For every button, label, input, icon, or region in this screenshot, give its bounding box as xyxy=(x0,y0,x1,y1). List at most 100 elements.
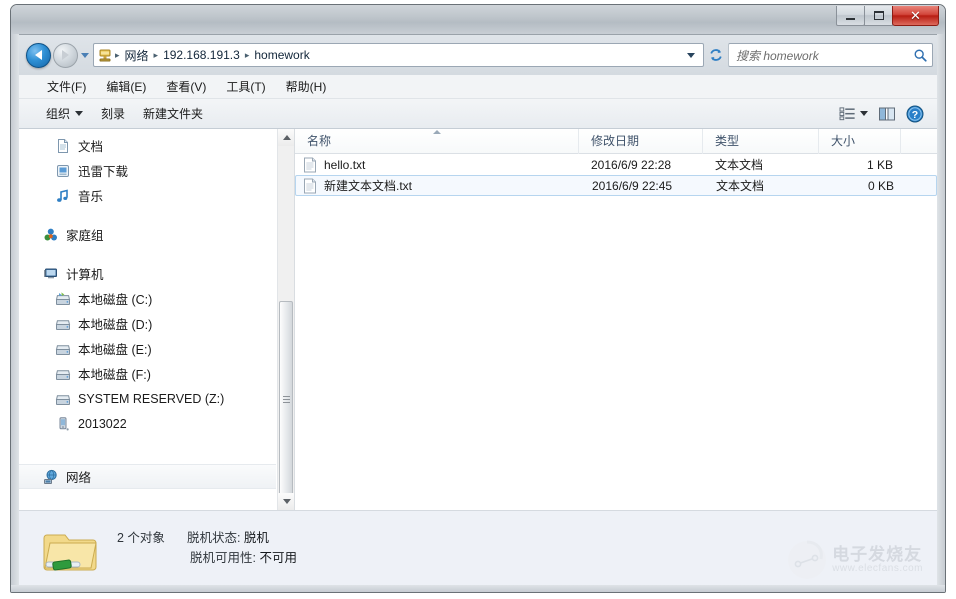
command-toolbar: 组织 刻录 新建文件夹 ? xyxy=(19,99,937,129)
search-input[interactable]: 搜索 homework xyxy=(736,47,913,64)
table-row[interactable]: 新建文本文档.txt 2016/6/9 22:45 文本文档 0 KB xyxy=(295,175,937,196)
sidebar-item-label: 网络 xyxy=(66,471,92,485)
document-icon xyxy=(55,138,71,154)
sidebar-item-portable-device[interactable]: 2013022 xyxy=(19,411,276,436)
sidebar-item-homegroup[interactable]: 家庭组 xyxy=(19,222,276,247)
menu-item-help[interactable]: 帮助(H) xyxy=(276,75,337,98)
scrollbar-thumb[interactable] xyxy=(279,301,293,497)
network-icon xyxy=(43,469,59,485)
title-bar[interactable]: ✕ xyxy=(11,5,945,35)
sidebar-item-computer[interactable]: 计算机 xyxy=(19,261,276,286)
sidebar-item-label: 本地磁盘 (F:) xyxy=(78,368,151,382)
scroll-up-button[interactable] xyxy=(278,129,294,146)
details-text: 2 个对象 脱机状态: 脱机 脱机可用性: 不可用 xyxy=(117,528,297,568)
recent-pages-icon[interactable] xyxy=(81,52,89,58)
sidebar-item-label: SYSTEM RESERVED (Z:) xyxy=(78,391,225,406)
details-pane: 2 个对象 脱机状态: 脱机 脱机可用性: 不可用 电子发烧友 www.elec… xyxy=(19,510,937,585)
text-file-icon xyxy=(303,157,317,173)
window-frame-right xyxy=(937,34,945,592)
column-header-filler xyxy=(901,129,937,154)
breadcrumb: ▸ 网络 ▸ 192.168.191.3 ▸ homework xyxy=(114,46,683,65)
organize-button[interactable]: 组织 xyxy=(37,101,92,126)
column-header-type[interactable]: 类型 xyxy=(703,129,819,154)
sidebar-item-drive-d[interactable]: 本地磁盘 (D:) xyxy=(19,311,276,336)
column-header-modified[interactable]: 修改日期 xyxy=(579,129,703,154)
file-type-cell: 文本文档 xyxy=(716,179,765,193)
breadcrumb-item-homework[interactable]: homework xyxy=(250,47,313,63)
organize-label: 组织 xyxy=(46,107,71,121)
column-header-type-label: 类型 xyxy=(715,133,740,148)
menu-item-view[interactable]: 查看(V) xyxy=(156,75,216,98)
chevron-up-icon xyxy=(282,135,291,140)
forward-arrow-icon xyxy=(62,50,69,60)
sidebar-item-drive-z[interactable]: SYSTEM RESERVED (Z:) xyxy=(19,386,276,411)
watermark-name: 电子发烧友 xyxy=(832,544,923,564)
sidebar-item-documents[interactable]: 文档 xyxy=(19,133,276,158)
drive-icon xyxy=(55,391,71,407)
file-name-cell: 新建文本文档.txt xyxy=(296,177,580,194)
navigation-pane-scroll-content: 文档 迅雷下载 音乐 家庭组 计算机 本地磁盘 (C:) 本地磁盘 (D:) 本… xyxy=(19,129,276,510)
forward-button[interactable] xyxy=(53,42,78,68)
column-header-size[interactable]: 大小 xyxy=(819,129,901,154)
offline-availability-value: 不可用 xyxy=(259,551,297,565)
menu-item-file[interactable]: 文件(F) xyxy=(37,75,96,98)
sidebar-item-label: 本地磁盘 (C:) xyxy=(78,293,153,307)
text-file-icon xyxy=(303,178,317,194)
sidebar-item-label: 计算机 xyxy=(66,268,104,282)
new-folder-button[interactable]: 新建文件夹 xyxy=(134,101,212,126)
scroll-down-button[interactable] xyxy=(278,493,294,510)
sidebar-item-label: 音乐 xyxy=(78,190,104,204)
sidebar-item-label: 本地磁盘 (E:) xyxy=(78,343,152,357)
navigation-bar: ▸ 网络 ▸ 192.168.191.3 ▸ homework 搜索 homew… xyxy=(19,35,937,75)
system-drive-icon xyxy=(55,291,71,307)
help-button[interactable]: ? xyxy=(901,102,929,126)
breadcrumb-item-host[interactable]: 192.168.191.3 xyxy=(159,47,244,63)
help-icon: ? xyxy=(906,105,924,122)
network-location-icon xyxy=(97,47,113,63)
file-type-cell: 文本文档 xyxy=(715,158,764,172)
sidebar-item-music[interactable]: 音乐 xyxy=(19,183,276,208)
watermark-text: 电子发烧友 www.elecfans.com xyxy=(832,544,923,574)
change-view-button[interactable] xyxy=(834,103,873,124)
search-box[interactable]: 搜索 homework xyxy=(728,43,933,67)
music-icon xyxy=(55,188,71,204)
main-content-area: 文档 迅雷下载 音乐 家庭组 计算机 本地磁盘 (C:) 本地磁盘 (D:) 本… xyxy=(19,129,937,510)
close-button[interactable]: ✕ xyxy=(892,6,939,26)
sidebar-item-label: 2013022 xyxy=(78,416,127,431)
sort-ascending-icon xyxy=(432,129,441,134)
sidebar-item-thunder-download[interactable]: 迅雷下载 xyxy=(19,158,276,183)
burn-button[interactable]: 刻录 xyxy=(92,101,134,126)
preview-pane-button[interactable] xyxy=(873,103,901,125)
drive-icon xyxy=(55,316,71,332)
sidebar-item-drive-e[interactable]: 本地磁盘 (E:) xyxy=(19,336,276,361)
scrollbar-grip-icon xyxy=(282,394,290,405)
file-list-pane[interactable]: 名称 修改日期 类型 大小 hello.txt 2016/6/9 22:28 文… xyxy=(295,129,937,510)
sidebar-item-label: 迅雷下载 xyxy=(78,165,129,179)
back-button[interactable] xyxy=(26,42,51,68)
search-icon xyxy=(914,49,927,62)
shared-folder-icon xyxy=(41,521,101,576)
address-bar[interactable]: ▸ 网络 ▸ 192.168.191.3 ▸ homework xyxy=(93,43,704,67)
menu-item-edit[interactable]: 编辑(E) xyxy=(96,75,156,98)
sidebar-item-drive-f[interactable]: 本地磁盘 (F:) xyxy=(19,361,276,386)
explorer-window: ✕ ▸ 网络 ▸ 192.168.191.3 ▸ homework 搜索 hom… xyxy=(10,4,946,593)
preview-pane-icon xyxy=(879,107,895,120)
navigation-pane-scrollbar[interactable] xyxy=(277,129,294,510)
item-count-label: 2 个对象 xyxy=(117,531,165,545)
minimize-button[interactable] xyxy=(836,6,865,26)
menu-item-tools[interactable]: 工具(T) xyxy=(216,75,275,98)
maximize-button[interactable] xyxy=(864,6,893,26)
view-chevron-down-icon[interactable] xyxy=(860,111,868,116)
table-row[interactable]: hello.txt 2016/6/9 22:28 文本文档 1 KB xyxy=(295,154,937,175)
sidebar-item-network[interactable]: 网络 xyxy=(19,464,276,489)
column-header-name[interactable]: 名称 xyxy=(295,129,579,154)
svg-text:?: ? xyxy=(912,109,918,121)
burn-label: 刻录 xyxy=(101,107,126,121)
sidebar-item-label: 本地磁盘 (D:) xyxy=(78,318,153,332)
file-name-label: hello.txt xyxy=(324,157,366,172)
breadcrumb-item-network[interactable]: 网络 xyxy=(121,46,153,65)
download-icon xyxy=(55,163,71,179)
refresh-button[interactable] xyxy=(705,43,727,67)
sidebar-item-drive-c[interactable]: 本地磁盘 (C:) xyxy=(19,286,276,311)
address-dropdown-icon[interactable] xyxy=(687,52,695,58)
